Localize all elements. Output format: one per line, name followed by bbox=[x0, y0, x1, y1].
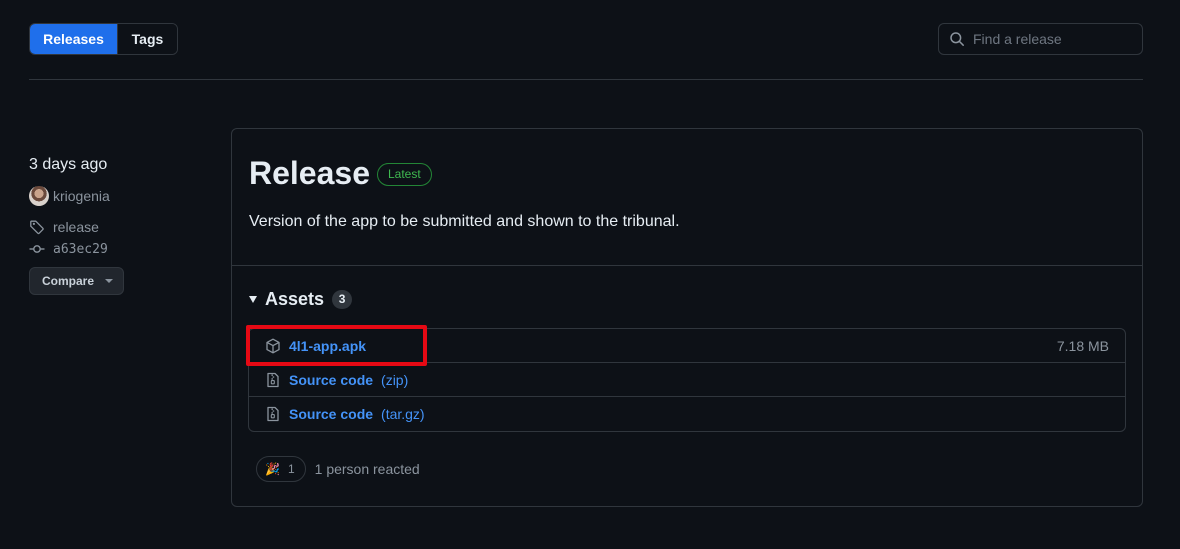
assets-list: 4l1-app.apk 7.18 MB Source code (zip) So… bbox=[246, 325, 1126, 432]
latest-badge: Latest bbox=[377, 163, 432, 186]
file-zip-icon bbox=[267, 372, 279, 387]
tag-icon bbox=[30, 220, 44, 235]
asset-size: 7.18 MB bbox=[1056, 337, 1109, 354]
reaction-summary: 1 person reacted bbox=[314, 461, 420, 477]
file-zip-icon bbox=[267, 406, 279, 422]
asset-link-source-targz[interactable]: Source code bbox=[289, 406, 373, 422]
asset-link-source-zip[interactable]: Source code bbox=[289, 372, 373, 388]
reaction-hooray-button[interactable]: 🎉 1 bbox=[256, 456, 306, 482]
tag-name[interactable]: release bbox=[53, 219, 99, 235]
reaction-count: 1 bbox=[287, 462, 295, 476]
avatar[interactable] bbox=[29, 186, 49, 206]
release-search-box[interactable] bbox=[938, 23, 1143, 55]
tab-releases[interactable]: Releases bbox=[30, 24, 117, 54]
author-name[interactable]: kriogenia bbox=[53, 188, 110, 204]
asset-row-apk: 4l1-app.apk 7.18 MB bbox=[246, 325, 1125, 366]
commit-sha[interactable]: a63ec29 bbox=[53, 242, 108, 257]
triangle-down-icon bbox=[249, 295, 257, 303]
release-header: Release Latest Version of the app to be … bbox=[232, 129, 1142, 266]
tab-tags[interactable]: Tags bbox=[117, 24, 177, 54]
releases-tags-switcher: Releases Tags bbox=[29, 23, 178, 55]
compare-button[interactable]: Compare bbox=[29, 267, 124, 295]
search-input[interactable] bbox=[973, 31, 1133, 47]
search-icon bbox=[950, 32, 964, 46]
package-icon bbox=[266, 338, 280, 353]
asset-format-targz[interactable]: (tar.gz) bbox=[381, 406, 425, 422]
party-popper-icon: 🎉 bbox=[265, 462, 280, 476]
assets-label: Assets bbox=[265, 288, 325, 309]
assets-count-badge: 3 bbox=[332, 289, 353, 309]
release-tag[interactable]: release bbox=[29, 217, 209, 237]
release-commit[interactable]: a63ec29 bbox=[29, 239, 209, 259]
release-card: Release Latest Version of the app to be … bbox=[231, 128, 1143, 507]
release-meta: 3 days ago kriogenia release a63ec29 Com… bbox=[29, 155, 209, 295]
asset-link-apk[interactable]: 4l1-app.apk bbox=[289, 338, 366, 354]
git-commit-icon bbox=[29, 245, 45, 253]
release-description: Version of the app to be submitted and s… bbox=[249, 213, 680, 230]
assets-toggle[interactable]: Assets 3 bbox=[249, 287, 353, 311]
asset-row-targz: Source code (tar.gz) bbox=[249, 397, 1125, 431]
release-author[interactable]: kriogenia bbox=[29, 186, 209, 206]
chevron-down-icon bbox=[105, 279, 114, 283]
asset-format-zip[interactable]: (zip) bbox=[381, 372, 408, 388]
compare-label: Compare bbox=[42, 274, 95, 288]
release-date[interactable]: 3 days ago bbox=[29, 155, 209, 175]
release-title[interactable]: Release bbox=[249, 153, 370, 193]
asset-row-zip: Source code (zip) bbox=[249, 363, 1125, 397]
reactions-bar: 🎉 1 1 person reacted bbox=[256, 456, 420, 482]
releases-toolbar: Releases Tags bbox=[29, 23, 1143, 55]
header-divider bbox=[29, 79, 1143, 80]
